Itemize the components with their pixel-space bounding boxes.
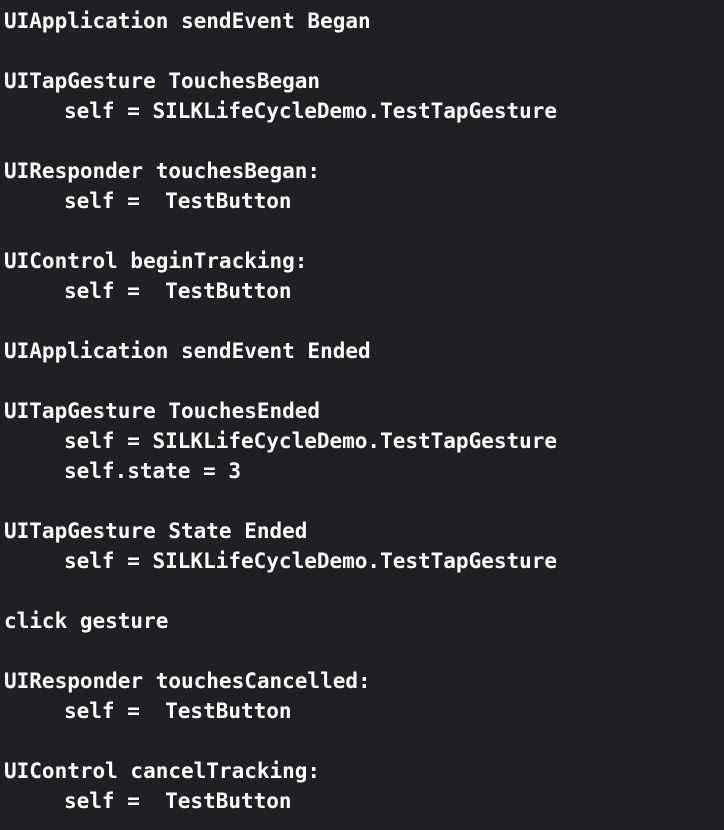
log-line: UIControl beginTracking: [4,249,308,273]
log-line: UIApplication sendEvent Began [4,9,371,33]
log-line: UIResponder touchesCancelled: [4,669,371,693]
log-line-detail: self = SILKLifeCycleDemo.TestTapGesture [64,549,558,573]
console-output: UIApplication sendEvent Began UITapGestu… [0,0,724,830]
log-line-detail: self.state = 3 [64,459,242,483]
log-line: UITapGesture TouchesEnded [4,399,321,423]
log-line: UITapGesture TouchesBegan [4,69,321,93]
log-line: UIResponder touchesBegan: [4,159,321,183]
log-line-detail: self = TestButton [64,699,292,723]
log-line: click gesture [4,609,169,633]
log-line-detail: self = TestButton [64,789,292,813]
log-line-detail: self = SILKLifeCycleDemo.TestTapGesture [64,99,558,123]
log-line-detail: self = SILKLifeCycleDemo.TestTapGesture [64,429,558,453]
log-line-detail: self = TestButton [64,279,292,303]
log-line: UIApplication sendEvent Ended [4,339,371,363]
log-line: UIControl cancelTracking: [4,759,321,783]
log-line: UITapGesture State Ended [4,519,308,543]
log-line-detail: self = TestButton [64,189,292,213]
